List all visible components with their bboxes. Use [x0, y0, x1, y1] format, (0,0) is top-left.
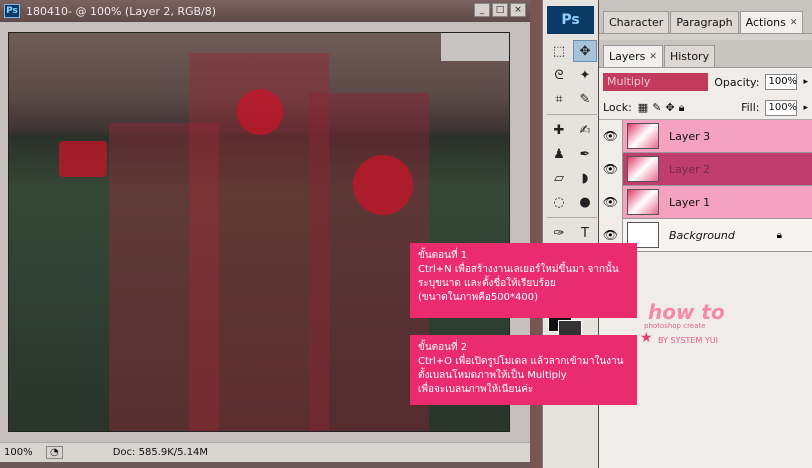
- eye-icon[interactable]: 👁︎: [599, 185, 623, 219]
- megaphone-circle-right: [353, 155, 413, 215]
- howto-logo: how to photoshop create ★ BY SYSTEM YUI: [640, 300, 752, 352]
- step1-line: ระบุขนาด และตั้งชื่อให้เรียบร้อย: [418, 278, 556, 289]
- tool-grid: ⬚✥ᘓ✦⌗✎✚✍♟✒▱◗◌●✑T➤✿: [543, 40, 598, 268]
- lock-paint-icon[interactable]: ✎: [652, 101, 661, 115]
- eye-icon[interactable]: 👁︎: [599, 152, 623, 186]
- step2-line: ตั้งเบลนโหมดภาพให้เป็น Multiply: [418, 370, 567, 381]
- tab-layers-label: Layers: [609, 50, 646, 63]
- opacity-input[interactable]: 100%: [765, 74, 798, 90]
- lock-position-icon[interactable]: ✥: [665, 101, 674, 115]
- step2-heading: ขั้นตอนที่ 2: [418, 342, 468, 353]
- marquee-icon[interactable]: ⬚: [547, 40, 571, 62]
- step2-note: ขั้นตอนที่ 2 Ctrl+O เพื่อเปิดรูปโมเดล แล…: [410, 335, 637, 405]
- minimize-button[interactable]: _: [474, 3, 490, 17]
- close-tab-icon[interactable]: ✕: [790, 18, 798, 28]
- eraser-icon[interactable]: ▱: [547, 167, 571, 189]
- layer-row[interactable]: 👁︎ Layer 2: [599, 152, 812, 186]
- blend-mode-select[interactable]: Multiply: [603, 73, 709, 91]
- bucket-icon[interactable]: ◗: [573, 167, 597, 189]
- healing-icon[interactable]: ✚: [547, 119, 571, 141]
- document-title: 180410- @ 100% (Layer 2, RGB/8): [26, 4, 217, 18]
- tab-character[interactable]: Character: [603, 11, 670, 33]
- layer-thumbnail: [627, 156, 659, 182]
- logo-title: how to: [648, 300, 725, 324]
- history-brush-icon[interactable]: ✒: [573, 143, 597, 165]
- step2-line: Ctrl+O เพื่อเปิดรูปโมเดล แล้วลากเข้ามาใน…: [418, 356, 624, 367]
- model-figure-left: [109, 123, 219, 431]
- zoom-level[interactable]: 100%: [0, 447, 46, 458]
- layer-name: Layer 3: [669, 129, 711, 143]
- move-icon[interactable]: ✥: [573, 40, 597, 62]
- close-button[interactable]: ×: [510, 3, 526, 17]
- logo-tail: BY SYSTEM YUI: [658, 336, 719, 345]
- pen-icon[interactable]: ✑: [547, 222, 571, 244]
- tab-actions[interactable]: Actions ✕: [739, 11, 804, 33]
- fill-dropdown-icon[interactable]: ▸: [803, 103, 808, 113]
- layer-thumbnail: [627, 189, 659, 215]
- fill-input[interactable]: 100%: [765, 99, 798, 116]
- step1-note: ขั้นตอนที่ 1 Ctrl+N เพื่อสร้างงานเลเยอร์…: [410, 243, 637, 318]
- layer-name: Layer 2: [669, 162, 711, 176]
- dodge-icon[interactable]: ●: [573, 191, 597, 213]
- layer-row[interactable]: 👁︎ Layer 1: [599, 185, 812, 219]
- tab-history[interactable]: History: [663, 45, 716, 67]
- opacity-dropdown-icon[interactable]: ▸: [803, 77, 808, 87]
- megaphone-left: [59, 141, 107, 177]
- eyedropper-icon[interactable]: ✎: [573, 88, 597, 110]
- fill-label: Fill:: [741, 101, 760, 114]
- close-tab-icon[interactable]: ✕: [649, 52, 657, 62]
- step1-line: Ctrl+N เพื่อสร้างงานเลเยอร์ใหม่ขึ้นมา จา…: [418, 264, 619, 275]
- blur-icon[interactable]: ◌: [547, 191, 571, 213]
- brush-icon[interactable]: ✍: [573, 119, 597, 141]
- tab-layers[interactable]: Layers ✕: [603, 45, 663, 67]
- status-bar: 100% ◔ Doc: 585.9K/5.14M: [0, 442, 530, 462]
- layer-name: Background: [669, 228, 735, 242]
- lock-row: Lock: ▦ ✎ ✥ 🔒︎ Fill: 100% ▸: [599, 96, 812, 120]
- photoshop-icon: Ps: [4, 4, 20, 18]
- ps-logo: Ps: [547, 6, 594, 34]
- layer-name: Layer 1: [669, 195, 711, 209]
- step1-heading: ขั้นตอนที่ 1: [418, 250, 468, 261]
- tool-separator: [547, 114, 597, 115]
- lock-label: Lock:: [603, 101, 632, 114]
- layers-panel-tabs: Layers ✕ History: [599, 40, 812, 68]
- logo-subtitle: photoshop create: [644, 322, 706, 330]
- lock-transparency-icon[interactable]: ▦: [638, 101, 648, 115]
- lock-all-icon[interactable]: 🔒︎: [679, 101, 685, 115]
- star-icon: ★: [640, 330, 653, 346]
- layer-thumbnail: [627, 123, 659, 149]
- doc-size-info: Doc: 585.9K/5.14M: [112, 447, 209, 458]
- tab-paragraph[interactable]: Paragraph: [670, 11, 739, 33]
- tool-separator: [547, 217, 597, 218]
- step1-line: (ขนาดในภาพคือ500*400): [418, 292, 538, 303]
- megaphone-circle-top: [237, 89, 283, 135]
- step2-line: เพื่อจะเบลนภาพให้เนียนค่ะ: [418, 384, 534, 395]
- blend-row: Multiply Opacity: 100% ▸: [599, 68, 812, 96]
- crop-icon[interactable]: ⌗: [547, 88, 571, 110]
- status-menu-icon[interactable]: ◔: [46, 446, 63, 459]
- stamp-icon[interactable]: ♟: [547, 143, 571, 165]
- type-icon[interactable]: T: [573, 222, 597, 244]
- lasso-icon[interactable]: ᘓ: [547, 64, 571, 86]
- maximize-button[interactable]: □: [492, 3, 508, 17]
- magic-wand-icon[interactable]: ✦: [573, 64, 597, 86]
- character-panel-tabs: Character Paragraph Actions ✕: [599, 0, 812, 34]
- opacity-label: Opacity:: [714, 75, 760, 89]
- layer-row[interactable]: 👁︎ Layer 3: [599, 119, 812, 153]
- lock-icon: 🔒︎: [776, 229, 782, 241]
- eye-icon[interactable]: 👁︎: [599, 119, 623, 153]
- tab-actions-label: Actions: [745, 16, 786, 29]
- document-title-bar[interactable]: Ps 180410- @ 100% (Layer 2, RGB/8) _ □ ×: [0, 0, 530, 22]
